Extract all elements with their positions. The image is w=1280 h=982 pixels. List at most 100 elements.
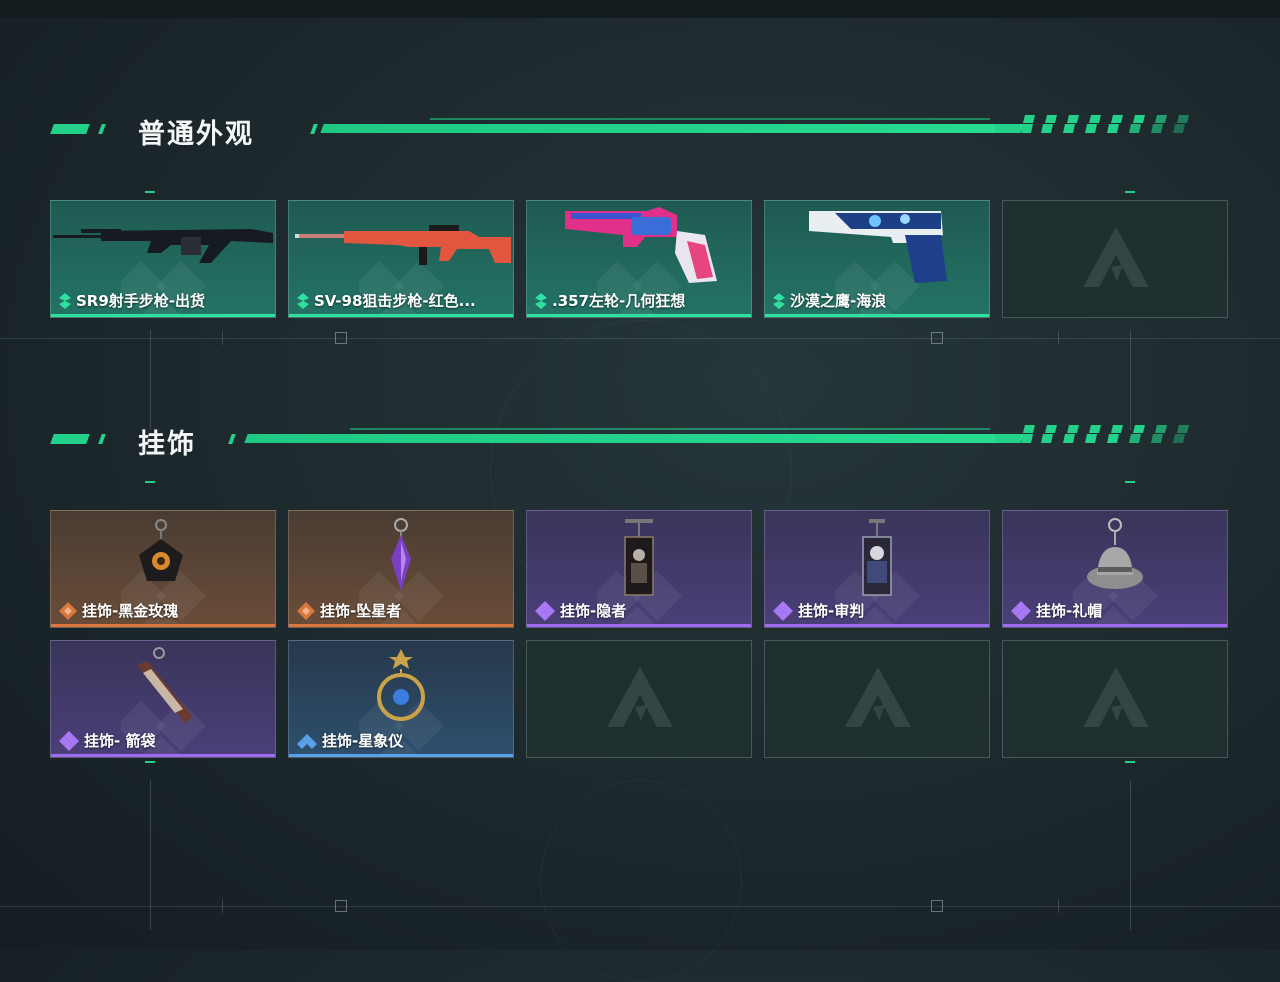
tarot-card-icon: [862, 519, 892, 596]
item-name: 挂饰-星象仪: [322, 732, 404, 750]
header-thin-line: [350, 428, 990, 430]
hud-green-dash: [1125, 761, 1135, 763]
header-thin-line: [430, 118, 990, 120]
skin-card[interactable]: SR9射手步枪-出货: [50, 200, 276, 318]
hud-green-dash: [145, 761, 155, 763]
rarity-diamond-icon: [773, 292, 785, 309]
rarity-diamond-icon: [1011, 600, 1031, 621]
header-accent-mini: [310, 124, 318, 134]
item-label: 挂饰-坠星者: [297, 600, 401, 621]
item-name: 挂饰-礼帽: [1036, 602, 1103, 620]
rarity-bar: [289, 624, 513, 627]
item-label: 挂饰- 箭袋: [59, 730, 155, 751]
rarity-diamond-icon: [59, 601, 77, 620]
hud-line: [1058, 331, 1059, 345]
rarity-bar: [51, 624, 275, 627]
hud-line: [150, 780, 151, 930]
charm-card[interactable]: 挂饰-黑金玫瑰: [50, 510, 276, 628]
empty-slot: [1002, 640, 1228, 758]
hud-line: [222, 331, 223, 345]
header-progress-bar: [320, 124, 1024, 133]
hud-line: [0, 906, 1280, 907]
header-checker-pattern: [995, 425, 1189, 443]
rarity-diamond-icon: [535, 292, 547, 309]
hud-line: [1130, 780, 1131, 930]
hud-line: [1058, 899, 1059, 913]
quiver-charm-icon: [137, 647, 193, 723]
charm-card[interactable]: 挂饰-审判: [764, 510, 990, 628]
rarity-diamond-icon: [59, 730, 79, 751]
skin-card[interactable]: .357左轮-几何狂想: [526, 200, 752, 318]
game-logo-icon: [1083, 227, 1149, 287]
item-name: 挂饰-坠星者: [320, 602, 402, 620]
hud-line: [222, 899, 223, 913]
rarity-diamond-icon: [297, 733, 317, 749]
astrolabe-charm-icon: [377, 649, 425, 721]
charm-card[interactable]: 挂饰-坠星者: [288, 510, 514, 628]
charm-card[interactable]: 挂饰- 箭袋: [50, 640, 276, 758]
empty-slot: [526, 640, 752, 758]
section-header-charms: 挂饰: [50, 420, 1210, 460]
rarity-bar: [289, 754, 513, 757]
hud-green-dash: [145, 191, 155, 193]
game-logo-icon: [1083, 667, 1149, 727]
rose-charm-icon: [139, 519, 183, 581]
item-name: 挂饰- 箭袋: [84, 732, 156, 750]
rarity-bar: [527, 314, 751, 317]
item-label: .357左轮-几何狂想: [535, 290, 685, 311]
item-label: SV-98狙击步枪-红色...: [297, 290, 476, 311]
header-accent-mini: [98, 124, 106, 134]
rarity-bar: [765, 624, 989, 627]
rarity-bar: [765, 314, 989, 317]
skin-card[interactable]: SV-98狙击步枪-红色...: [288, 200, 514, 318]
revolver-icon: [565, 207, 717, 283]
hud-line: [1130, 330, 1131, 430]
skin-card[interactable]: 沙漠之鹰-海浪: [764, 200, 990, 318]
item-label: 挂饰-星象仪: [297, 730, 403, 751]
item-name: SV-98狙击步枪-红色...: [314, 292, 476, 310]
game-logo-icon: [607, 667, 673, 727]
charm-card[interactable]: 挂饰-星象仪: [288, 640, 514, 758]
item-label: SR9射手步枪-出货: [59, 290, 205, 311]
rarity-diamond-icon: [773, 600, 793, 621]
item-label: 沙漠之鹰-海浪: [773, 290, 886, 311]
top-bar: [0, 0, 1280, 18]
item-name: .357左轮-几何狂想: [552, 292, 686, 310]
hud-marker: [335, 332, 347, 344]
item-name: 沙漠之鹰-海浪: [790, 292, 887, 310]
hud-green-dash: [1125, 481, 1135, 483]
empty-slot: [1002, 200, 1228, 318]
hud-marker: [931, 900, 943, 912]
header-accent-block: [50, 124, 90, 134]
item-name: 挂饰-隐者: [560, 602, 627, 620]
rarity-bar: [51, 314, 275, 317]
rarity-diamond-icon: [297, 292, 309, 309]
hud-line: [0, 338, 1280, 339]
hat-charm-icon: [1087, 518, 1143, 589]
item-label: 挂饰-黑金玫瑰: [59, 600, 178, 621]
item-label: 挂饰-隐者: [535, 600, 626, 621]
charm-card[interactable]: 挂饰-礼帽: [1002, 510, 1228, 628]
game-logo-icon: [845, 667, 911, 727]
rarity-diamond-icon: [59, 292, 71, 309]
rarity-bar: [289, 314, 513, 317]
sniper-rifle-icon: [295, 225, 511, 265]
item-label: 挂饰-审判: [773, 600, 864, 621]
header-checker-pattern: [995, 115, 1189, 133]
hud-green-dash: [145, 481, 155, 483]
header-accent-mini: [228, 434, 236, 444]
header-progress-bar: [244, 434, 1024, 443]
hud-green-dash: [1125, 191, 1135, 193]
item-name: SR9射手步枪-出货: [76, 292, 206, 310]
section-header-skins: 普通外观: [50, 110, 1210, 150]
rifle-icon: [53, 229, 273, 263]
rarity-bar: [527, 624, 751, 627]
item-label: 挂饰-礼帽: [1011, 600, 1102, 621]
tarot-card-icon: [624, 519, 654, 596]
crystal-charm-icon: [391, 518, 411, 591]
rarity-bar: [51, 754, 275, 757]
hud-marker: [335, 900, 347, 912]
charm-card[interactable]: 挂饰-隐者: [526, 510, 752, 628]
item-name: 挂饰-审判: [798, 602, 865, 620]
rarity-diamond-icon: [535, 600, 555, 621]
